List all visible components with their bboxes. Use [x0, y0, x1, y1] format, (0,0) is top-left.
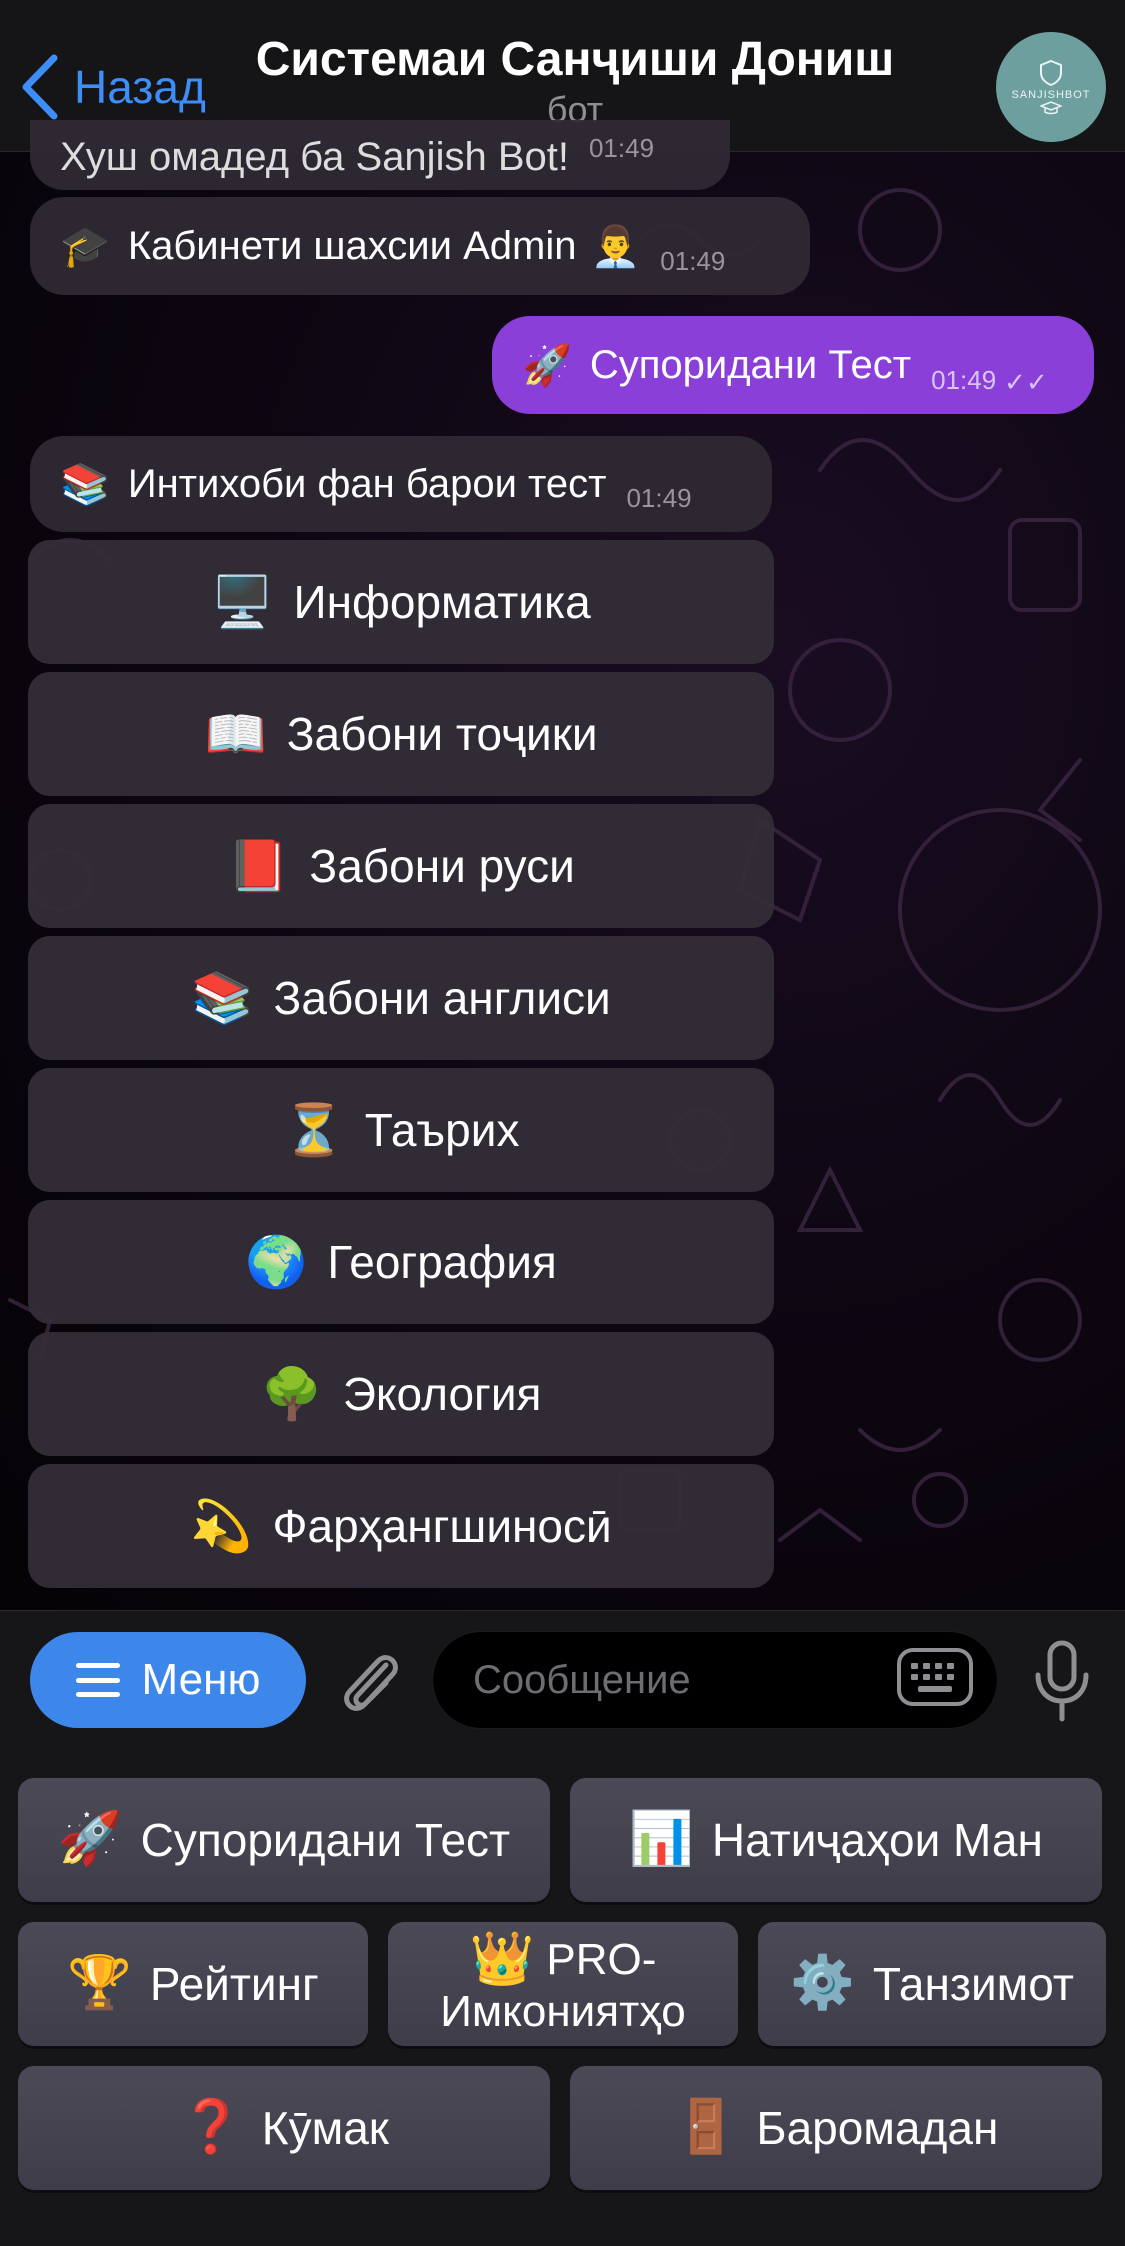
- question-mark-icon: ❓: [179, 2098, 244, 2157]
- message-input-bar: Меню Сообщение: [0, 1610, 1125, 1748]
- inline-keyboard: 🖥️ Информатика 📖 Забони тоҷики 📕 Забони …: [28, 540, 774, 1596]
- subject-button-english[interactable]: 📚 Забони англиси: [28, 936, 774, 1060]
- books-icon: 📚: [191, 969, 254, 1026]
- bot-avatar[interactable]: SANJISHBOT: [996, 32, 1106, 142]
- help-button[interactable]: ❓ Кӯмак: [18, 2066, 550, 2190]
- microphone-icon[interactable]: [1032, 1639, 1092, 1723]
- button-label: Экология: [342, 1368, 542, 1420]
- chat-title-block[interactable]: Системаи Санҷиши Дониш бот: [230, 32, 920, 131]
- rating-button[interactable]: 🏆 Рейтинг: [18, 1922, 368, 2046]
- back-button[interactable]: Назад: [20, 52, 206, 122]
- subject-button-tajik[interactable]: 📖 Забони тоҷики: [28, 672, 774, 796]
- message-time: 01:49: [588, 133, 655, 163]
- crown-icon: 👑: [469, 1930, 535, 1989]
- subject-button-russian[interactable]: 📕 Забони руси: [28, 804, 774, 928]
- subject-button-ecology[interactable]: 🌳 Экология: [28, 1332, 774, 1456]
- rocket-icon: 🚀: [57, 1810, 123, 1869]
- message-bubble: Хуш омадед ба Sanjish Bot! 01:49: [30, 120, 730, 190]
- avatar-logo-text: SANJISHBOT: [1011, 89, 1091, 101]
- button-label: Кӯмак: [261, 2101, 389, 2154]
- button-label: Рейтинг: [149, 1957, 319, 2010]
- take-test-button[interactable]: 🚀 Супоридани Тест: [18, 1778, 550, 1902]
- gear-icon: ⚙️: [790, 1954, 855, 2013]
- button-label: Забони англиси: [273, 972, 611, 1024]
- message-placeholder: Сообщение: [473, 1657, 691, 1702]
- message-time: 01:49: [931, 365, 997, 395]
- computer-icon: 🖥️: [211, 573, 274, 630]
- menu-button[interactable]: Меню: [30, 1632, 306, 1728]
- pro-features-button[interactable]: 👑 PRO- Имкониятҳо: [388, 1922, 738, 2046]
- graduation-cap-icon: [1040, 101, 1062, 115]
- button-label: Забони руси: [309, 840, 575, 892]
- open-book-icon: 📖: [204, 705, 267, 762]
- button-label: География: [327, 1236, 557, 1288]
- reply-keyboard: 🚀 Супоридани Тест 📊 Натиҷаҳои Ман 🏆 Рейт…: [0, 1748, 1125, 2246]
- button-label-line1: PRO-: [546, 1934, 657, 1984]
- settings-button[interactable]: ⚙️ Танзимот: [758, 1922, 1106, 2046]
- dizzy-star-icon: 💫: [190, 1497, 253, 1554]
- logout-button[interactable]: 🚪 Баромадан: [570, 2066, 1102, 2190]
- button-label: Информатика: [293, 576, 591, 628]
- button-label: Фарҳангшиносӣ: [272, 1500, 612, 1552]
- attach-paperclip-icon[interactable]: [336, 1647, 402, 1717]
- message-bubble: 🎓 Кабинети шахсии Admin 👨‍💼 01:49: [30, 197, 810, 295]
- subject-button-informatics[interactable]: 🖥️ Информатика: [28, 540, 774, 664]
- message-time: 01:49: [626, 483, 692, 513]
- message-text: Супоридани Тест: [589, 342, 912, 387]
- button-label-line2: Имкониятҳо: [440, 1987, 686, 2037]
- outgoing-message-bubble: 🚀 Супоридани Тест 01:49 ✓✓: [492, 316, 1094, 414]
- shield-icon: [1040, 59, 1062, 87]
- message-bubble: 📚 Интихоби фан барои тест 01:49: [30, 436, 772, 532]
- button-label: Танзимот: [872, 1957, 1074, 2010]
- trophy-icon: 🏆: [67, 1954, 132, 2013]
- read-ticks-icon: ✓✓: [1004, 367, 1048, 397]
- rocket-icon: 🚀: [522, 343, 572, 388]
- globe-icon: 🌍: [245, 1233, 308, 1290]
- tree-icon: 🌳: [260, 1365, 323, 1422]
- office-worker-icon: 👨‍💼: [590, 224, 641, 269]
- hourglass-icon: ⏳: [282, 1101, 345, 1158]
- menu-label: Меню: [141, 1655, 261, 1704]
- message-time: 01:49: [660, 246, 726, 276]
- door-icon: 🚪: [673, 2098, 739, 2157]
- message-text: Интихоби фан барои тест: [127, 461, 607, 506]
- button-label: Забони тоҷики: [286, 708, 598, 760]
- keyboard-icon[interactable]: [896, 1647, 974, 1707]
- graduation-cap-icon: 🎓: [60, 224, 110, 269]
- books-icon: 📚: [60, 462, 110, 507]
- chevron-left-icon: [22, 54, 58, 120]
- red-book-icon: 📕: [227, 837, 290, 894]
- subject-button-culture[interactable]: 💫 Фарҳангшиносӣ: [28, 1464, 774, 1588]
- back-label: Назад: [74, 61, 206, 113]
- subject-button-geography[interactable]: 🌍 География: [28, 1200, 774, 1324]
- bar-chart-icon: 📊: [629, 1810, 694, 1869]
- message-text: Кабинети шахсии Admin: [127, 223, 577, 268]
- hamburger-icon: [75, 1663, 120, 1697]
- message-text: Хуш омадед ба Sanjish Bot!: [60, 135, 569, 179]
- button-label: Таърих: [364, 1104, 520, 1156]
- button-label: Баромадан: [756, 2101, 999, 2154]
- my-results-button[interactable]: 📊 Натиҷаҳои Ман: [570, 1778, 1102, 1902]
- button-label: Супоридани Тест: [140, 1813, 511, 1866]
- button-label: Натиҷаҳои Ман: [711, 1813, 1043, 1866]
- chat-title: Системаи Санҷиши Дониш: [255, 33, 895, 86]
- subject-button-history[interactable]: ⏳ Таърих: [28, 1068, 774, 1192]
